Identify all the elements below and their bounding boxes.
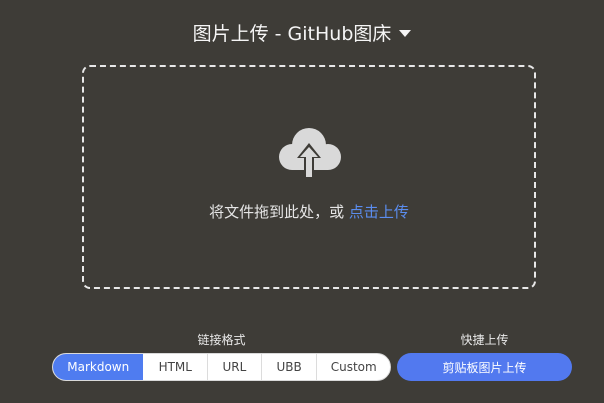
click-upload-link[interactable]: 点击上传: [349, 203, 409, 221]
format-option-url[interactable]: URL: [208, 354, 262, 380]
upload-drop-zone[interactable]: 将文件拖到此处，或 点击上传: [82, 65, 536, 289]
quick-upload-label: 快捷上传: [460, 333, 509, 347]
format-option-custom[interactable]: Custom: [317, 354, 390, 380]
drop-text: 将文件拖到此处，或: [209, 203, 349, 221]
format-option-markdown[interactable]: Markdown: [53, 354, 144, 380]
page-title: 图片上传 - GitHub图床: [192, 22, 392, 45]
clipboard-upload-button[interactable]: 剪贴板图片上传: [397, 353, 572, 381]
format-option-html[interactable]: HTML: [143, 354, 209, 380]
link-format-selector: Markdown HTML URL UBB Custom: [52, 353, 391, 381]
link-format-label: 链接格式: [197, 333, 246, 347]
uploader-title-dropdown[interactable]: 图片上传 - GitHub图床: [0, 18, 604, 46]
format-option-ubb[interactable]: UBB: [262, 354, 318, 380]
cloud-upload-icon: [279, 128, 341, 177]
caret-down-icon: [399, 29, 412, 37]
drop-instructions: 将文件拖到此处，或 点击上传: [84, 201, 534, 222]
